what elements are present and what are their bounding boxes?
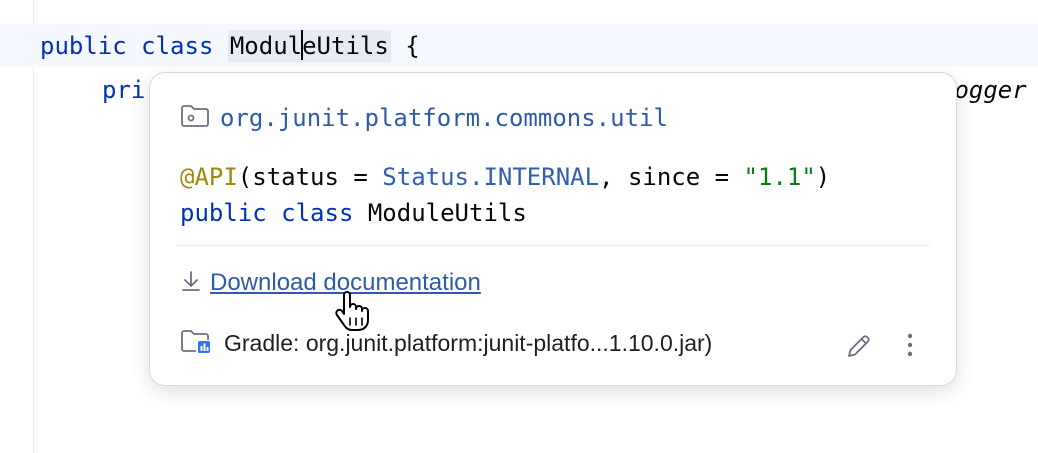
popup-divider [176,245,930,246]
keyword-public: public [180,199,267,227]
opening-brace: { [390,32,420,60]
package-row: org.junit.platform.commons.util [180,103,668,133]
gutter-divider [33,0,34,453]
folder-package-icon [180,103,210,133]
keyword-class: class [141,32,214,60]
library-row: Gradle: org.junit.platform:junit-platfo.… [180,327,712,359]
identifier-part-1: Modul [229,32,303,60]
library-folder-icon [180,327,212,359]
keyword-public: public [40,32,127,60]
annotation-close: ) [815,163,831,191]
status-value[interactable]: Status.INTERNAL [382,163,599,191]
declaration-signature: @API(status = Status.INTERNAL, since = "… [180,159,830,231]
download-documentation-row[interactable]: Download documentation [180,269,481,297]
quick-documentation-popup: org.junit.platform.commons.util @API(sta… [149,72,957,386]
code-line-2[interactable]: pri [102,68,145,112]
download-icon [180,269,202,297]
pencil-icon[interactable] [844,331,874,361]
keyword-class: class [281,199,354,227]
since-value: "1.1" [743,163,816,191]
annotation-name: @API [180,163,238,191]
annotation-arg-since: , since = [599,163,744,191]
identifier-part-2: eUtils [302,32,389,60]
more-vertical-icon[interactable] [898,329,922,361]
code-line-1[interactable]: public class ModuleUtils { [40,24,420,68]
package-link[interactable]: org.junit.platform.commons.util [220,104,668,132]
class-name: ModuleUtils [367,199,527,227]
class-identifier[interactable]: ModuleUtils [227,30,391,62]
library-name: Gradle: org.junit.platform:junit-platfo.… [224,329,713,356]
text-caret [301,30,304,60]
annotation-arg-status: (status = [237,163,383,191]
